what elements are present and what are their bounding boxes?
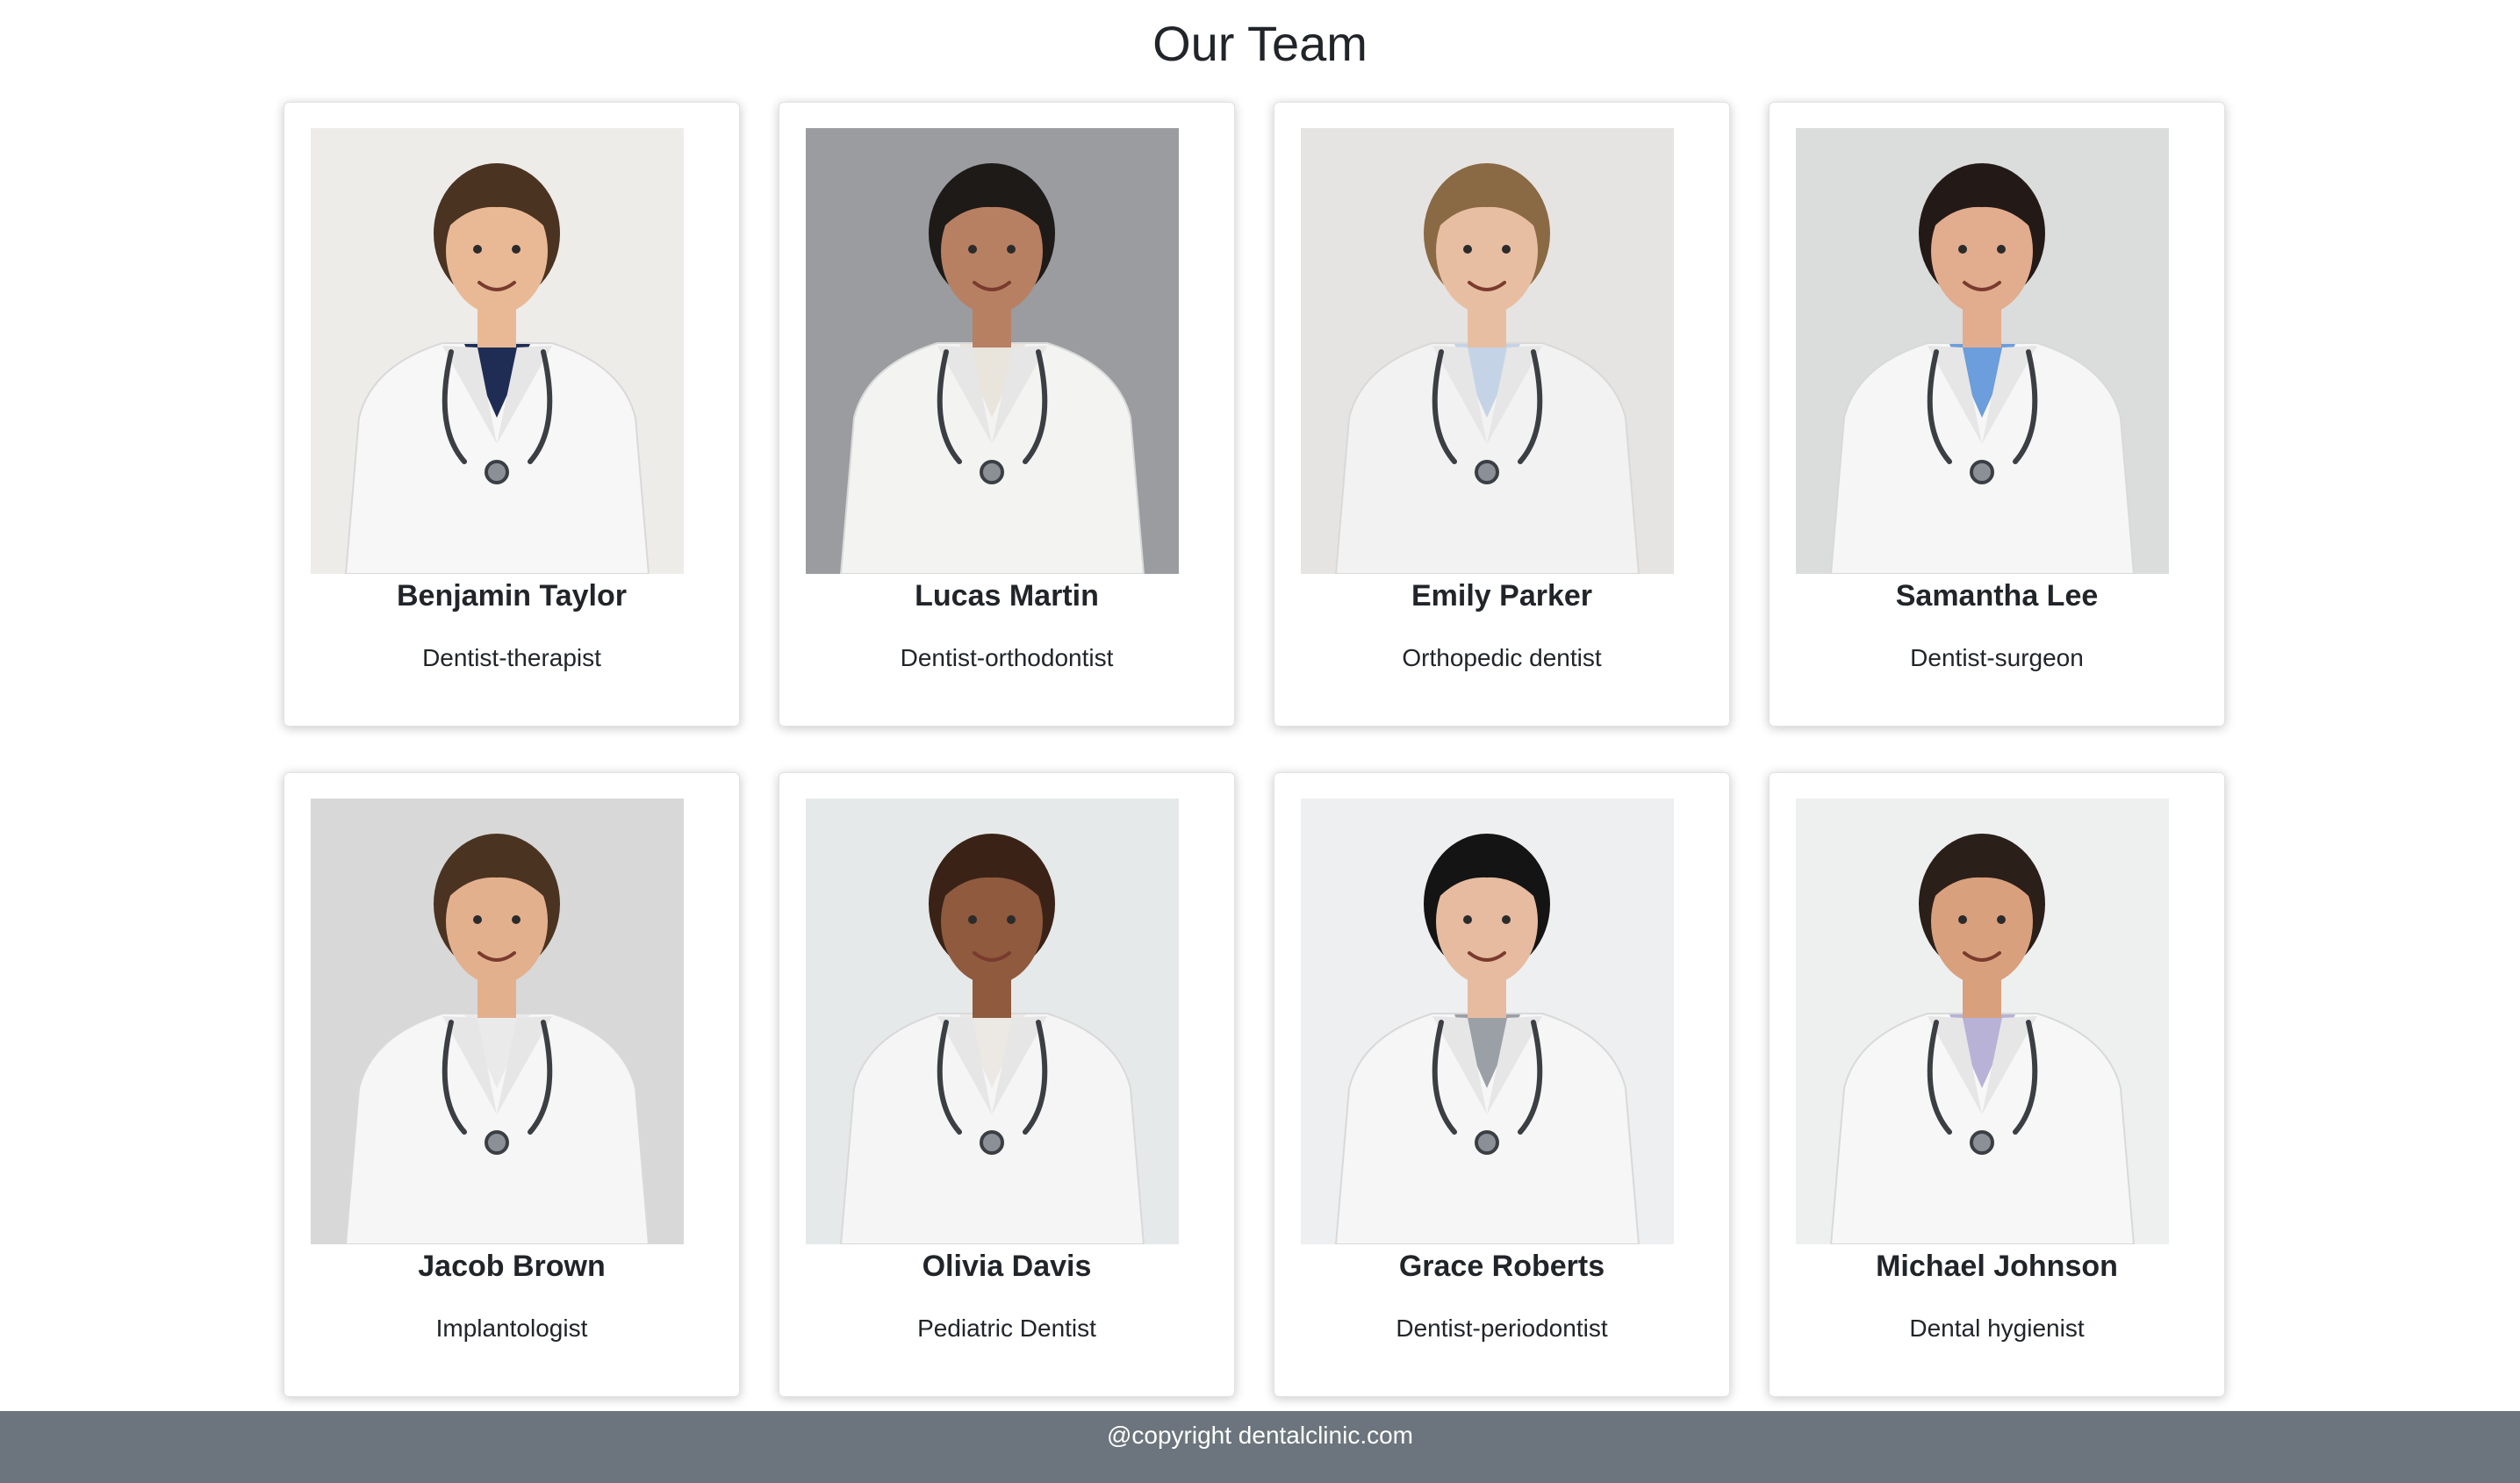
team-member-role: Dentist-orthodontist <box>900 644 1114 671</box>
team-member-name: Benjamin Taylor <box>397 579 627 613</box>
team-member-role: Orthopedic dentist <box>1402 644 1602 671</box>
team-member-card: Samantha Lee Dentist-surgeon <box>1769 102 2225 727</box>
team-member-card: Michael Johnson Dental hygienist <box>1769 772 2225 1397</box>
team-member-role: Pediatric Dentist <box>917 1315 1096 1342</box>
team-member-name: Samantha Lee <box>1895 579 2099 613</box>
doctor-portrait-photo <box>806 128 1179 574</box>
team-member-role: Dentist-surgeon <box>1910 644 2084 671</box>
team-member-card: Emily Parker Orthopedic dentist <box>1274 102 1730 727</box>
team-member-name: Grace Roberts <box>1398 1250 1605 1283</box>
copyright-text: @copyright dentalclinic.com <box>1106 1422 1413 1449</box>
doctor-portrait-photo <box>311 799 684 1244</box>
team-grid: Benjamin Taylor Dentist-therapist Lucas … <box>284 102 2229 1397</box>
doctor-portrait-photo <box>1301 128 1674 574</box>
team-member-card: Olivia Davis Pediatric Dentist <box>779 772 1235 1397</box>
doctor-portrait-photo <box>1796 128 2169 574</box>
team-member-role: Dentist-therapist <box>422 644 601 671</box>
page-title: Our Team <box>1152 16 1368 71</box>
doctor-portrait-photo <box>311 128 684 574</box>
team-member-role: Implantologist <box>435 1315 588 1342</box>
doctor-portrait-photo <box>1301 799 1674 1244</box>
doctor-portrait-photo <box>806 799 1179 1244</box>
team-member-card: Benjamin Taylor Dentist-therapist <box>284 102 740 727</box>
team-member-name: Olivia Davis <box>922 1250 1092 1283</box>
team-member-role: Dental hygienist <box>1909 1315 2085 1342</box>
team-member-name: Michael Johnson <box>1876 1250 2118 1283</box>
team-member-name: Jacob Brown <box>418 1250 606 1283</box>
team-member-card: Lucas Martin Dentist-orthodontist <box>779 102 1235 727</box>
team-member-card: Jacob Brown Implantologist <box>284 772 740 1397</box>
team-member-card: Grace Roberts Dentist-periodontist <box>1274 772 1730 1397</box>
footer: @copyright dentalclinic.com <box>0 1411 2520 1483</box>
team-member-name: Emily Parker <box>1411 579 1593 613</box>
team-member-name: Lucas Martin <box>915 579 1099 613</box>
doctor-portrait-photo <box>1796 799 2169 1244</box>
team-member-role: Dentist-periodontist <box>1396 1315 1608 1342</box>
